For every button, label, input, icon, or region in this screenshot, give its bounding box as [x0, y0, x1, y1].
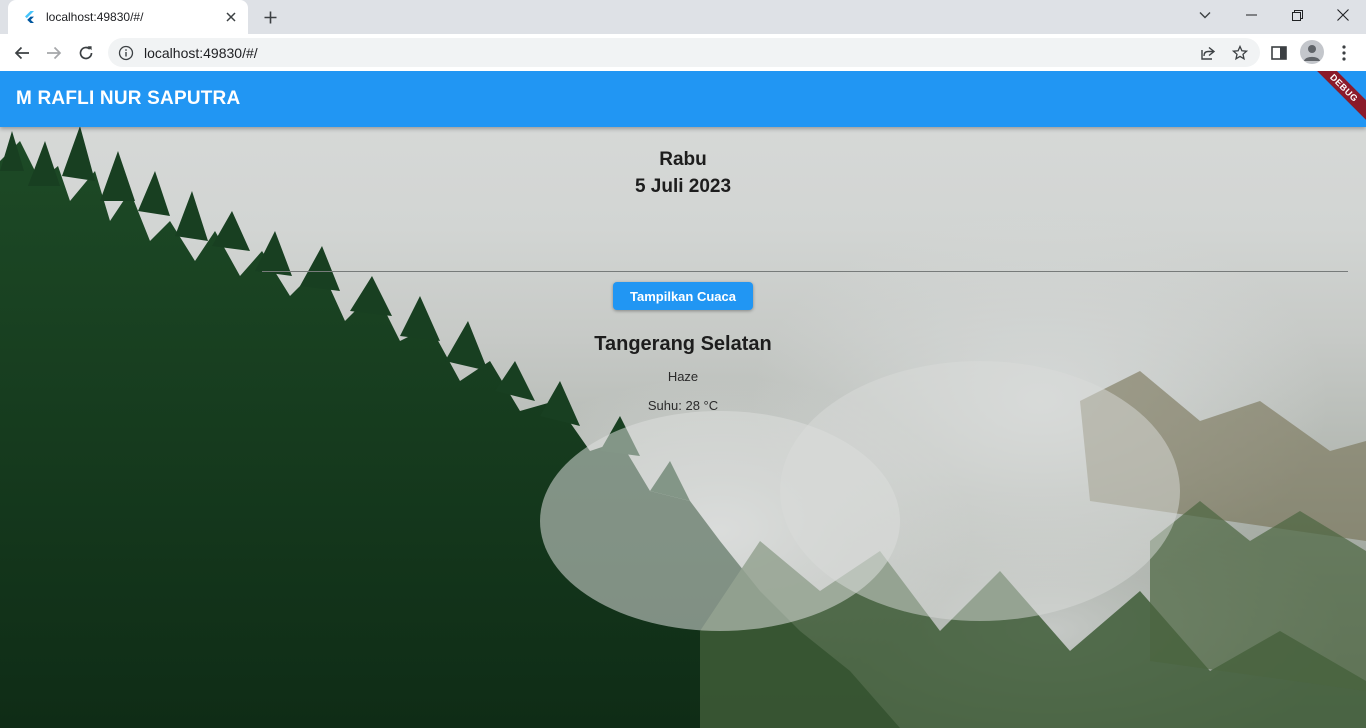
url-text[interactable]: localhost:49830/#/ [144, 45, 258, 61]
minimize-button[interactable] [1228, 0, 1274, 30]
side-panel-button[interactable] [1265, 39, 1293, 67]
browser-tab[interactable]: localhost:49830/#/ [8, 0, 248, 34]
divider [262, 271, 1348, 272]
plus-icon [264, 11, 276, 23]
app-viewport: M RAFLI NUR SAPUTRA DEBUG Rabu 5 Juli 20… [0, 71, 1366, 728]
window-close-button[interactable] [1320, 0, 1366, 30]
day-label: Rabu [659, 149, 707, 170]
date-label: 5 Juli 2023 [634, 176, 732, 197]
info-icon[interactable] [118, 45, 134, 61]
flutter-icon [25, 11, 34, 23]
share-icon [1201, 46, 1216, 60]
new-tab-button[interactable] [259, 6, 281, 28]
star-icon [1232, 44, 1248, 60]
back-icon [14, 46, 29, 60]
tab-strip: localhost:49830/#/ [0, 0, 1366, 34]
reload-icon [79, 46, 93, 60]
close-icon [226, 12, 236, 22]
profile-icon [1304, 45, 1320, 61]
restore-button[interactable] [1274, 0, 1320, 30]
bookmark-button[interactable] [1226, 38, 1254, 67]
minimize-icon [1245, 14, 1257, 16]
profile-button[interactable] [1300, 40, 1324, 64]
show-weather-button[interactable]: Tampilkan Cuaca [613, 282, 753, 310]
browser-menu-button[interactable] [1330, 39, 1358, 67]
menu-dots-icon [1342, 45, 1346, 61]
close-tab-button[interactable] [222, 8, 240, 26]
app-title: M RAFLI NUR SAPUTRA [16, 88, 241, 109]
chevron-down-icon [1199, 12, 1211, 19]
tab-search-button[interactable] [1182, 0, 1228, 30]
forward-icon [47, 46, 62, 60]
restore-icon [1291, 9, 1303, 21]
weather-condition: Haze [667, 369, 699, 384]
tab-title: localhost:49830/#/ [46, 10, 144, 24]
side-panel-icon [1271, 46, 1287, 60]
app-bar: M RAFLI NUR SAPUTRA [0, 71, 1366, 127]
city-name: Tangerang Selatan [594, 333, 772, 355]
share-button[interactable] [1194, 38, 1222, 67]
forward-button[interactable] [40, 39, 68, 67]
address-bar[interactable]: localhost:49830/#/ [108, 38, 1260, 67]
close-icon [1337, 9, 1349, 21]
browser-toolbar: localhost:49830/#/ [0, 34, 1366, 71]
reload-button[interactable] [72, 39, 100, 67]
temperature-label: Suhu: 28 °C [647, 398, 719, 413]
back-button[interactable] [8, 39, 36, 67]
